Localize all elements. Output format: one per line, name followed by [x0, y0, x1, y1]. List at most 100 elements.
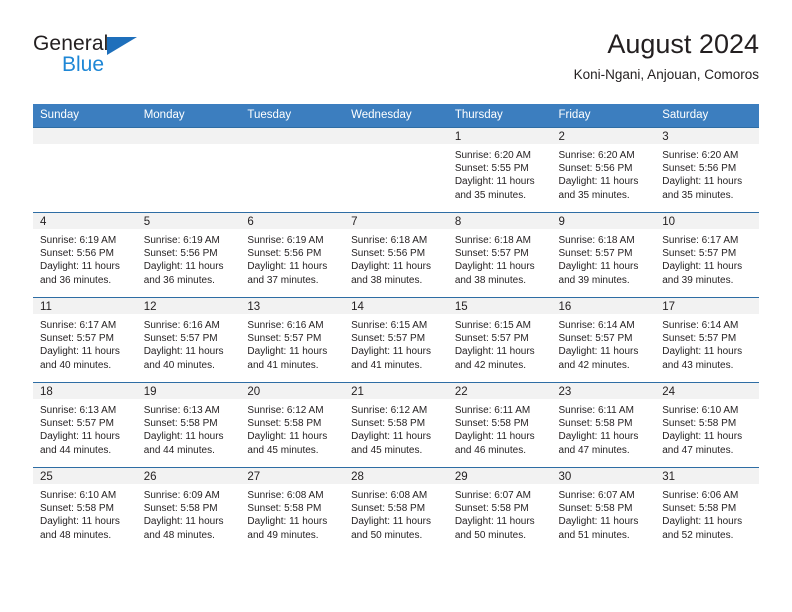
calendar-day-cell[interactable]: 24 Sunrise: 6:10 AM Sunset: 5:58 PM Dayligh…	[655, 382, 759, 468]
day-number: 11	[33, 298, 137, 314]
calendar-day-cell[interactable]: 14 Sunrise: 6:15 AM Sunset: 5:57 PM Dayligh…	[344, 297, 448, 383]
day-number: 29	[447, 468, 552, 484]
sunrise-text: Sunrise: 6:07 AM	[454, 490, 531, 501]
calendar-page: General Blue August 2024 Koni-Ngani, Anj…	[0, 0, 792, 612]
calendar-day-cell[interactable]: 22 Sunrise: 6:11 AM Sunset: 5:58 PM Dayligh…	[447, 382, 552, 468]
daylight-text: Daylight: 11 hours	[558, 261, 639, 273]
sunset-text: Sunset: 5:56 PM	[351, 248, 426, 260]
calendar-day-cell[interactable]: 29 Sunrise: 6:07 AM Sunset: 5:58 PM Dayligh…	[447, 467, 552, 552]
calendar-day-cell[interactable]: 30 Sunrise: 6:07 AM Sunset: 5:58 PM Dayligh…	[551, 467, 656, 552]
sunrise-text: Sunrise: 6:16 AM	[143, 320, 220, 331]
generalblue-logo[interactable]: General Blue	[33, 32, 213, 90]
sunrise-text: Sunrise: 6:19 AM	[143, 235, 220, 246]
daylight-text: Daylight: 11 hours	[247, 261, 328, 273]
day-number: 8	[447, 213, 552, 229]
calendar-day-cell[interactable]: 15 Sunrise: 6:15 AM Sunset: 5:57 PM Dayligh…	[447, 297, 552, 383]
calendar-day-cell[interactable]: 16 Sunrise: 6:14 AM Sunset: 5:57 PM Dayligh…	[551, 297, 656, 383]
calendar-week-row: 18 Sunrise: 6:13 AM Sunset: 5:57 PM Dayligh…	[33, 382, 759, 468]
calendar-day-cell[interactable]: 21 Sunrise: 6:12 AM Sunset: 5:58 PM Dayligh…	[344, 382, 448, 468]
calendar-day-cell[interactable]: 27 Sunrise: 6:08 AM Sunset: 5:58 PM Dayligh…	[240, 467, 345, 552]
sunrise-text: Sunrise: 6:11 AM	[558, 405, 634, 416]
sunrise-text: Sunrise: 6:08 AM	[247, 490, 324, 501]
calendar-day-cell[interactable]: 8 Sunrise: 6:18 AM Sunset: 5:57 PM Daylight…	[447, 212, 552, 298]
calendar-day-cell[interactable]: 17 Sunrise: 6:14 AM Sunset: 5:57 PM Dayligh…	[655, 297, 759, 383]
day-number: 15	[447, 298, 552, 314]
sunrise-text: Sunrise: 6:14 AM	[558, 320, 635, 331]
day-number: 18	[33, 383, 137, 399]
calendar-day-cell[interactable]: 19 Sunrise: 6:13 AM Sunset: 5:58 PM Dayligh…	[136, 382, 241, 468]
daylight-text-cont: and 51 minutes.	[558, 529, 630, 541]
daylight-text: Daylight: 11 hours	[454, 261, 535, 273]
calendar-day-cell[interactable]: 12 Sunrise: 6:16 AM Sunset: 5:57 PM Dayligh…	[136, 297, 241, 383]
calendar-day-cell[interactable]: 10 Sunrise: 6:17 AM Sunset: 5:57 PM Dayligh…	[655, 212, 759, 298]
daylight-text-cont: and 47 minutes.	[558, 444, 630, 456]
daylight-text-cont: and 39 minutes.	[662, 274, 734, 286]
daylight-text-cont: and 47 minutes.	[662, 444, 734, 456]
sunset-text: Sunset: 5:57 PM	[351, 333, 426, 345]
calendar-day-cell[interactable]: 5 Sunrise: 6:19 AM Sunset: 5:56 PM Daylight…	[136, 212, 241, 298]
daylight-text: Daylight: 11 hours	[558, 516, 639, 528]
day-details: Sunrise: 6:17 AM Sunset: 5:57 PM Daylight:…	[655, 229, 759, 287]
day-number: 4	[33, 213, 137, 229]
calendar-day-cell[interactable]: 18 Sunrise: 6:13 AM Sunset: 5:57 PM Dayligh…	[33, 382, 137, 468]
calendar-day-cell[interactable]: 2 Sunrise: 6:20 AM Sunset: 5:56 PM Daylight…	[551, 127, 656, 213]
daylight-text: Daylight: 11 hours	[40, 516, 120, 528]
sunrise-text: Sunrise: 6:15 AM	[351, 320, 428, 331]
calendar-day-cell[interactable]: 25 Sunrise: 6:10 AM Sunset: 5:58 PM Dayligh…	[33, 467, 137, 552]
calendar-day-cell[interactable]: 13 Sunrise: 6:16 AM Sunset: 5:57 PM Dayligh…	[240, 297, 345, 383]
title-block: August 2024 Koni-Ngani, Anjouan, Comoros	[574, 28, 759, 83]
sunrise-text: Sunrise: 6:17 AM	[662, 235, 739, 246]
day-details: Sunrise: 6:10 AM Sunset: 5:58 PM Daylight:…	[33, 484, 137, 542]
sunrise-text: Sunrise: 6:18 AM	[558, 235, 635, 246]
sunrise-text: Sunrise: 6:18 AM	[351, 235, 428, 246]
calendar-day-cell[interactable]: 1 Sunrise: 6:20 AM Sunset: 5:55 PM Daylight…	[447, 127, 552, 213]
day-number: 28	[344, 468, 448, 484]
day-details: Sunrise: 6:12 AM Sunset: 5:58 PM Daylight:…	[240, 399, 344, 457]
calendar-day-cell[interactable]: 9 Sunrise: 6:18 AM Sunset: 5:57 PM Daylight…	[551, 212, 656, 298]
calendar-day-cell[interactable]: 3 Sunrise: 6:20 AM Sunset: 5:56 PM Daylight…	[655, 127, 759, 213]
day-number: 1	[447, 128, 552, 144]
calendar-day-cell[interactable]: 4 Sunrise: 6:19 AM Sunset: 5:56 PM Daylight…	[33, 212, 137, 298]
daylight-text-cont: and 48 minutes.	[40, 529, 112, 541]
day-details: Sunrise: 6:11 AM Sunset: 5:58 PM Daylight:…	[552, 399, 656, 457]
day-details: Sunrise: 6:18 AM Sunset: 5:57 PM Daylight:…	[448, 229, 552, 287]
daylight-text-cont: and 42 minutes.	[454, 359, 526, 371]
daylight-text: Daylight: 11 hours	[351, 261, 431, 273]
sunrise-text: Sunrise: 6:18 AM	[454, 235, 531, 246]
day-number: 25	[33, 468, 137, 484]
day-details: Sunrise: 6:20 AM Sunset: 5:56 PM Daylight:…	[552, 144, 656, 202]
sunrise-text: Sunrise: 6:15 AM	[454, 320, 531, 331]
sunset-text: Sunset: 5:58 PM	[143, 418, 218, 430]
day-details: Sunrise: 6:20 AM Sunset: 5:56 PM Daylight:…	[655, 144, 759, 202]
day-details: Sunrise: 6:11 AM Sunset: 5:58 PM Daylight:…	[448, 399, 552, 457]
calendar-day-cell[interactable]: 7 Sunrise: 6:18 AM Sunset: 5:56 PM Daylight…	[344, 212, 448, 298]
calendar-day-cell[interactable]: 31 Sunrise: 6:06 AM Sunset: 5:58 PM Dayligh…	[655, 467, 759, 552]
day-number	[136, 128, 241, 144]
sunset-text: Sunset: 5:57 PM	[558, 333, 633, 345]
calendar-day-cell[interactable]: 11 Sunrise: 6:17 AM Sunset: 5:57 PM Dayligh…	[33, 297, 137, 383]
day-details: Sunrise: 6:15 AM Sunset: 5:57 PM Daylight:…	[344, 314, 448, 372]
calendar-day-cell[interactable]: 6 Sunrise: 6:19 AM Sunset: 5:56 PM Daylight…	[240, 212, 345, 298]
calendar-day-cell[interactable]: 20 Sunrise: 6:12 AM Sunset: 5:58 PM Dayligh…	[240, 382, 345, 468]
sunset-text: Sunset: 5:57 PM	[454, 248, 529, 260]
sunrise-text: Sunrise: 6:08 AM	[351, 490, 428, 501]
day-number: 19	[136, 383, 241, 399]
day-details: Sunrise: 6:06 AM Sunset: 5:58 PM Daylight:…	[655, 484, 759, 542]
weekday-header-friday: Friday	[551, 104, 656, 128]
daylight-text-cont: and 48 minutes.	[143, 529, 215, 541]
calendar-day-cell[interactable]: 26 Sunrise: 6:09 AM Sunset: 5:58 PM Dayligh…	[136, 467, 241, 552]
sunset-text: Sunset: 5:58 PM	[454, 418, 529, 430]
sunrise-text: Sunrise: 6:11 AM	[454, 405, 531, 416]
day-number: 9	[551, 213, 656, 229]
calendar-week-row: 1 Sunrise: 6:20 AM Sunset: 5:55 PM Daylight…	[33, 127, 759, 213]
day-number: 26	[136, 468, 241, 484]
day-details: Sunrise: 6:13 AM Sunset: 5:57 PM Daylight:…	[33, 399, 137, 457]
daylight-text-cont: and 40 minutes.	[143, 359, 215, 371]
calendar-day-cell[interactable]: 28 Sunrise: 6:08 AM Sunset: 5:58 PM Dayligh…	[344, 467, 448, 552]
day-number: 12	[136, 298, 241, 314]
day-details: Sunrise: 6:18 AM Sunset: 5:57 PM Daylight:…	[552, 229, 656, 287]
daylight-text: Daylight: 11 hours	[143, 431, 224, 443]
calendar-day-cell[interactable]: 23 Sunrise: 6:11 AM Sunset: 5:58 PM Dayligh…	[551, 382, 656, 468]
sunset-text: Sunset: 5:56 PM	[143, 248, 218, 260]
sunset-text: Sunset: 5:58 PM	[662, 503, 737, 515]
